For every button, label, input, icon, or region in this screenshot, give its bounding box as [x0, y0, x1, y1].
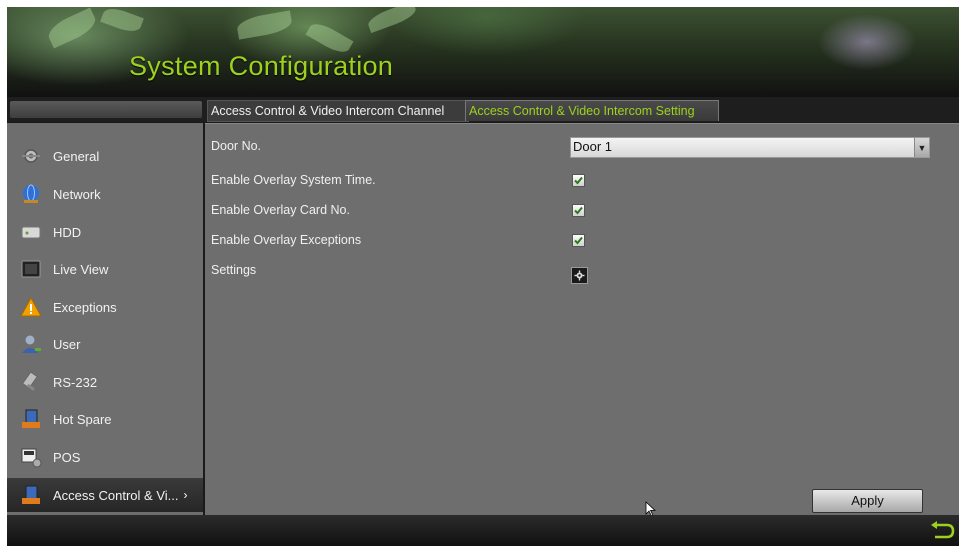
sidebar-item-rs232[interactable]: RS-232: [7, 365, 203, 399]
overlay-card-no-label: Enable Overlay Card No.: [211, 203, 350, 217]
gear-icon: [574, 270, 585, 281]
live-view-icon: [19, 257, 43, 281]
tab-access-control-setting[interactable]: Access Control & Video Intercom Setting: [465, 100, 719, 121]
sidebar-item-label: User: [53, 336, 81, 352]
door-no-value: Door 1: [573, 139, 613, 154]
leaf-decoration: [100, 7, 144, 36]
door-no-select[interactable]: Door 1 ▼: [570, 137, 930, 158]
warning-icon: [19, 295, 43, 319]
overlay-system-time-checkbox[interactable]: [572, 174, 585, 187]
sidebar-item-label: HDD: [53, 224, 82, 240]
leaf-decoration: [235, 10, 294, 40]
sidebar-item-label: Exceptions: [53, 299, 117, 315]
sidebar-item-hdd[interactable]: HDD: [7, 215, 203, 249]
checkmark-icon: [574, 206, 583, 215]
sidebar-item-label: Access Control & Vi...: [53, 487, 179, 503]
overlay-system-time-label: Enable Overlay System Time.: [211, 173, 376, 187]
pos-icon: [19, 445, 43, 469]
sidebar-item-access-control[interactable]: Access Control & Vi... ›: [7, 478, 203, 512]
sidebar-item-user[interactable]: User: [7, 327, 203, 361]
checkmark-icon: [574, 176, 583, 185]
sidebar-item-label: POS: [53, 449, 81, 465]
settings-label: Settings: [211, 263, 257, 277]
user-icon: [19, 332, 43, 356]
tab-access-control-channel[interactable]: Access Control & Video Intercom Channel: [207, 100, 469, 122]
apply-button[interactable]: Apply: [812, 489, 923, 513]
settings-panel: Door No. Door 1 ▼ Enable Overlay System …: [205, 123, 959, 517]
chevron-down-icon[interactable]: ▼: [914, 138, 929, 157]
bottom-bar: [7, 515, 959, 546]
sidebar-item-exceptions[interactable]: Exceptions: [7, 290, 203, 324]
sidebar-item-general[interactable]: General: [7, 139, 203, 173]
checkmark-icon: [574, 236, 583, 245]
sidebar-item-live-view[interactable]: Live View: [7, 252, 203, 286]
sidebar-item-label: Network: [53, 186, 101, 202]
hdd-icon: [19, 220, 43, 244]
page-title: System Configuration: [129, 51, 394, 81]
sidebar-item-pos[interactable]: POS: [7, 440, 203, 474]
hot-spare-icon: [19, 407, 43, 431]
sidebar: General Network HDD Live View Exceptions: [7, 123, 203, 515]
chevron-right-icon: ›: [183, 488, 188, 502]
sidebar-header: [10, 101, 202, 118]
settings-button[interactable]: [571, 267, 588, 284]
sidebar-item-label: Hot Spare: [53, 411, 112, 427]
network-icon: [19, 182, 43, 206]
overlay-exceptions-label: Enable Overlay Exceptions: [211, 233, 362, 247]
access-control-icon: [19, 483, 43, 507]
leaf-decoration: [44, 7, 100, 49]
overlay-exceptions-checkbox[interactable]: [572, 234, 585, 247]
sidebar-item-label: RS-232: [53, 374, 98, 390]
general-icon: [19, 144, 43, 168]
sidebar-item-hot-spare[interactable]: Hot Spare: [7, 402, 203, 436]
overlay-card-no-checkbox[interactable]: [572, 204, 585, 217]
rs232-icon: [19, 370, 43, 394]
sidebar-item-label: General: [53, 148, 100, 164]
back-icon[interactable]: [929, 521, 955, 541]
header-banner: System Configuration: [7, 7, 959, 97]
door-no-label: Door No.: [211, 139, 262, 153]
leaf-decoration: [365, 7, 419, 34]
sidebar-item-label: Live View: [53, 261, 109, 277]
sidebar-item-network[interactable]: Network: [7, 177, 203, 211]
window-frame: System Configuration Access Control & Vi…: [7, 7, 959, 546]
